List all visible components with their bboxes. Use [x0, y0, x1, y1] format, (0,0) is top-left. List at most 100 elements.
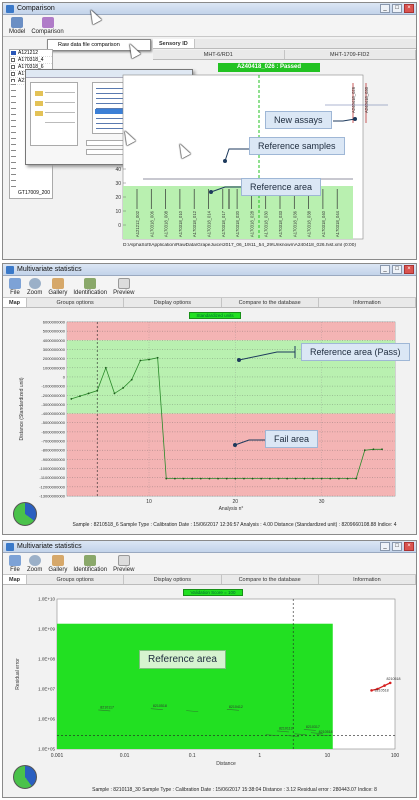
data-point [243, 477, 245, 480]
file-path: D:\AlphaSoft\Application\RawData\GrapeJu… [123, 243, 356, 248]
y-tick-label: 0 [118, 223, 121, 229]
y-tick-label: 30 [115, 181, 121, 187]
sample-label: A170318_008 [164, 210, 169, 237]
distance-chart: 6000000000 5000000000 4000000000 3000000000… [19, 320, 396, 512]
data-point [286, 477, 289, 480]
data-label: 8210117 [100, 705, 114, 709]
leader-dot [237, 358, 241, 362]
y-tick-label: -8000000000 [41, 448, 65, 453]
y-tick-label: 6000000000 [43, 320, 66, 325]
multivariate-window-residual: Multivariate statistics _ □ × File Zoom Ga… [2, 540, 417, 798]
note-reference-area: Reference area [241, 178, 322, 196]
y-tick-label: -3000000000 [41, 402, 65, 407]
data-point [148, 358, 150, 361]
y-tick-label: -4000000000 [41, 411, 65, 416]
fail-area-bottom [67, 413, 395, 496]
y-tick-label: 1.0E+05 [38, 747, 55, 752]
data-point [381, 448, 383, 451]
data-point [173, 477, 176, 480]
y-tick-label: -13000000000 [39, 494, 66, 499]
data-point [199, 477, 202, 480]
data-point [268, 477, 271, 480]
data-point [346, 477, 349, 480]
data-point [303, 477, 306, 480]
data-point [294, 477, 297, 480]
pie-icon [13, 765, 37, 789]
status-bar: Sample : 8210518_6 Sample Type : Calibra… [72, 522, 397, 528]
x-tick-label: 0.01 [120, 753, 130, 759]
data-point [363, 449, 366, 452]
multivariate-window-distance: Multivariate statistics _ □ × File Zoom Ga… [2, 263, 417, 535]
leader-dot [223, 159, 227, 163]
x-axis-label: Analysis n° [219, 506, 244, 512]
sample-label: A170318_030 [264, 210, 269, 237]
y-tick-label: -10000000000 [39, 466, 66, 471]
y-tick-label: 40 [115, 167, 121, 173]
new-assay-label: A240418_026 [351, 86, 356, 113]
note-fail-area: Fail area [265, 430, 319, 448]
x-tick-label: 10 [325, 753, 331, 759]
y-tick-label: -7000000000 [41, 439, 65, 444]
y-tick-label: 2000000000 [43, 356, 66, 361]
y-axis-label: Residual error [15, 658, 21, 690]
x-tick-label: 0.001 [51, 753, 64, 759]
y-tick-label: -9000000000 [41, 457, 65, 462]
sample-label: A170318_017 [221, 210, 226, 237]
sample-label: A170318_010 [178, 210, 183, 237]
status-bar: Sample : 8210118_30 Sample Type : Calibr… [92, 787, 377, 793]
y-tick-label: 1.0E+07 [38, 687, 55, 692]
data-point [70, 398, 73, 400]
comparison-chart: 0 10 20 30 40 A121212_002 A170318_006 A170318_0… [115, 74, 388, 240]
data-label: 8210518 [375, 689, 389, 693]
y-tick-label: 4000000000 [43, 338, 66, 343]
note-reference-pass: Reference area (Pass) [301, 343, 410, 361]
x-tick-label: 30 [319, 499, 325, 505]
y-tick-label: 20 [115, 195, 121, 201]
data-point [96, 389, 99, 392]
data-label: 8210518 [153, 704, 167, 708]
data-label: 8210518 [319, 730, 333, 734]
sample-label: A170318_006 [149, 210, 154, 237]
leader-dot [353, 117, 357, 121]
data-point [165, 477, 168, 480]
y-tick-label: -6000000000 [41, 429, 65, 434]
y-tick-label: 1.0E+06 [38, 717, 55, 722]
sample-label: A170318_033 [278, 210, 283, 237]
sample-label: A121212_002 [135, 210, 140, 237]
data-point [251, 477, 254, 480]
data-label: 8210317 [306, 725, 320, 729]
note-reference-samples: Reference samples [249, 137, 345, 155]
y-tick-label: -11000000000 [39, 475, 65, 480]
pie-icon [13, 502, 37, 526]
sample-label: A170318_044 [335, 210, 340, 237]
sample-label: A170318_012 [192, 210, 197, 237]
sample-label: A170318_036 [292, 210, 297, 237]
x-axis-label: Distance [216, 761, 236, 767]
data-point [156, 356, 159, 359]
y-tick-label: -5000000000 [41, 420, 65, 425]
y-tick-label: 1000000000 [43, 365, 66, 370]
y-tick-label: 3000000000 [43, 347, 66, 352]
x-tick-label: 10 [146, 499, 152, 505]
x-tick-label: 0.1 [189, 753, 196, 759]
sample-label: A170318_040 [321, 210, 326, 237]
y-tick-label: 0 [63, 374, 66, 379]
leader-dot [233, 443, 237, 447]
data-point [182, 477, 185, 480]
data-label: 8210518 [387, 677, 401, 681]
sample-label: A170318_038 [307, 210, 312, 237]
data-point [130, 378, 133, 381]
comparison-window: Comparison _ □ × Model Comparison Raw data… [2, 2, 417, 260]
data-point [122, 387, 125, 389]
leader-dot [209, 190, 213, 194]
sample-label: A170318_020 [235, 210, 240, 237]
y-tick-label: 5000000000 [43, 329, 66, 334]
data-point [337, 477, 340, 480]
sample-label: A170318_014 [207, 210, 212, 237]
data-label: 8210412 [229, 705, 243, 709]
y-tick-label: 10 [115, 209, 121, 215]
y-tick-label: -12000000000 [39, 484, 66, 489]
new-assay-label: A240418_030 [364, 86, 369, 113]
data-point [113, 392, 116, 395]
y-tick-label: 1.0E+09 [38, 627, 55, 632]
